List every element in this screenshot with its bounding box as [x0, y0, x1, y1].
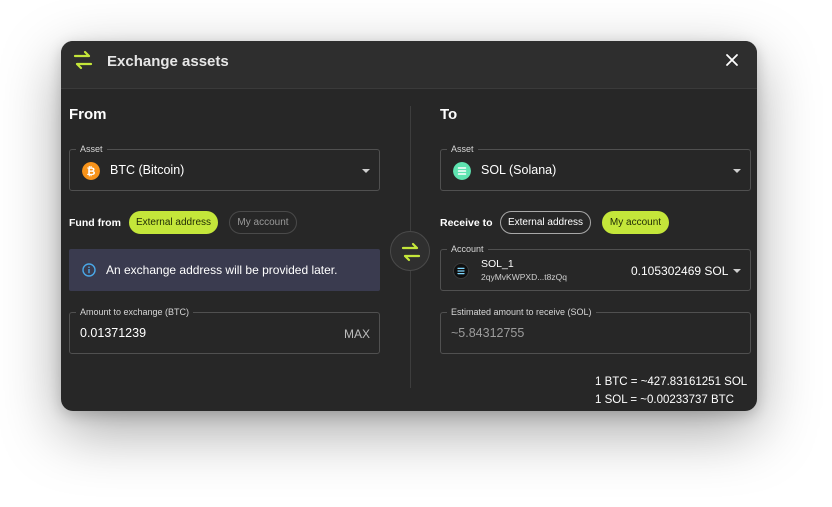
from-asset-value: BTC (Bitcoin) [110, 163, 185, 177]
receive-option-external-address[interactable]: External address [500, 211, 591, 234]
chevron-down-icon [362, 169, 370, 173]
solana-icon [453, 162, 471, 180]
swap-direction-button[interactable] [390, 231, 430, 271]
fund-option-my-account[interactable]: My account [229, 211, 297, 234]
fund-from-label: Fund from [69, 217, 121, 229]
to-asset-label: Asset [447, 142, 478, 156]
info-message: An exchange address will be provided lat… [106, 263, 338, 277]
account-address: 2qyMvKWPXD...t8zQq [481, 272, 567, 282]
swap-arrows-icon [73, 50, 93, 70]
bitcoin-icon: ₿ [82, 162, 100, 180]
receive-option-my-account[interactable]: My account [602, 211, 669, 234]
chevron-down-icon [733, 169, 741, 173]
estimate-label: Estimated amount to receive (SOL) [447, 305, 596, 319]
chevron-down-icon [733, 269, 741, 273]
to-asset-value: SOL (Solana) [481, 163, 557, 177]
amount-value[interactable]: 0.01371239 [80, 326, 146, 340]
from-asset-label: Asset [76, 142, 107, 156]
from-title: From [69, 106, 107, 123]
dialog-header: Exchange assets [61, 41, 757, 89]
exchange-dialog: Exchange assets From Asset ₿ BTC (Bitcoi… [61, 41, 757, 411]
close-icon[interactable] [725, 53, 739, 67]
estimate-field: Estimated amount to receive (SOL) ~5.843… [440, 305, 751, 354]
from-asset-select[interactable]: Asset ₿ BTC (Bitcoin) [69, 142, 380, 191]
receive-to-label: Receive to [440, 217, 493, 229]
to-title: To [440, 106, 458, 123]
svg-text:₿: ₿ [87, 165, 96, 178]
solana-icon [453, 263, 469, 279]
max-button[interactable]: MAX [344, 327, 370, 341]
dialog-title: Exchange assets [107, 53, 229, 70]
info-icon [82, 263, 96, 277]
amount-label: Amount to exchange (BTC) [76, 305, 194, 319]
account-balance: 0.105302469 SOL [631, 264, 729, 278]
account-label: Account [447, 242, 488, 256]
fund-option-external-address[interactable]: External address [129, 211, 218, 234]
amount-input[interactable]: Amount to exchange (BTC) 0.01371239 MAX [69, 305, 380, 354]
rate-sol-to-btc: 1 SOL = ~0.00233737 BTC [595, 394, 734, 406]
estimate-value: ~5.84312755 [451, 326, 525, 340]
rate-btc-to-sol: 1 BTC = ~427.83161251 SOL [595, 376, 748, 388]
swap-arrows-icon [401, 242, 421, 262]
account-name: SOL_1 [481, 258, 514, 270]
info-banner: An exchange address will be provided lat… [69, 249, 380, 291]
account-select[interactable]: Account SOL_1 2qyMvKWPXD...t8zQq 0.10530… [440, 242, 751, 291]
to-asset-select[interactable]: Asset SOL (Solana) [440, 142, 751, 191]
